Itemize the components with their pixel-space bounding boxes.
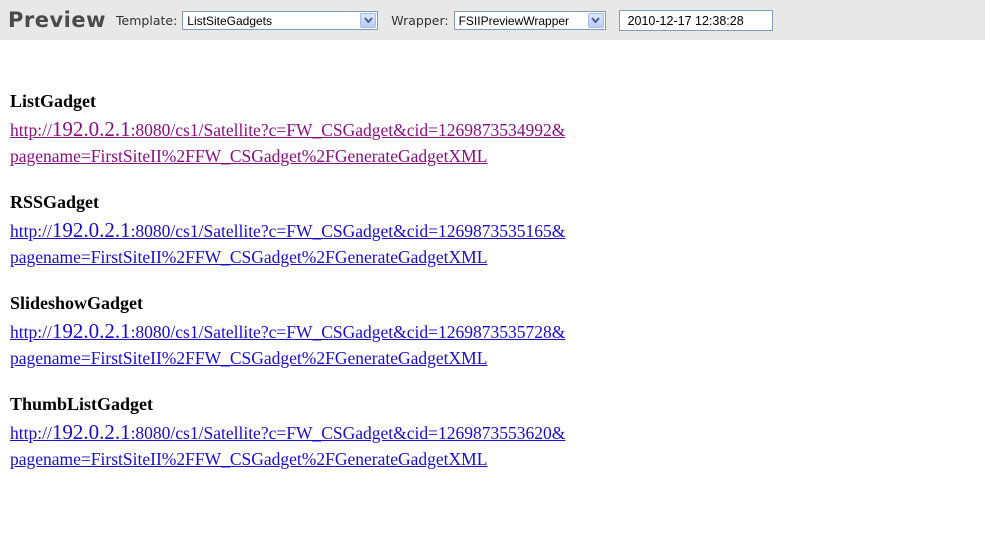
gadget-url-link[interactable]: http://192.0.2.1:8080/cs1/Satellite?c=FW… (10, 318, 840, 371)
template-select[interactable]: ListSiteGadgets (182, 10, 379, 30)
preview-datetime-input[interactable]: 2010-12-17 12:38:28 (618, 9, 773, 31)
wrapper-select[interactable]: FSIIPreviewWrapper (453, 10, 606, 30)
url-line2: pagename=FirstSiteII%2FFW_CSGadget%2FGen… (10, 348, 488, 368)
url-line1: :8080/cs1/Satellite?c=FW_CSGadget&cid=12… (130, 423, 566, 443)
url-host: 192.0.2.1 (51, 218, 131, 242)
url-line1: :8080/cs1/Satellite?c=FW_CSGadget&cid=12… (130, 322, 566, 342)
wrapper-label: Wrapper: (391, 12, 449, 28)
url-prefix: http:// (10, 322, 52, 342)
page-title: Preview (8, 8, 107, 32)
gadget-name: SlideshowGadget (10, 293, 144, 313)
template-select-value: ListSiteGadgets (187, 13, 272, 28)
preview-toolbar: Preview Template: ListSiteGadgets Wrappe… (0, 0, 985, 40)
url-line2: pagename=FirstSiteII%2FFW_CSGadget%2FGen… (10, 449, 488, 469)
url-host: 192.0.2.1 (51, 319, 131, 343)
url-line1: :8080/cs1/Satellite?c=FW_CSGadget&cid=12… (130, 120, 566, 140)
url-line1: :8080/cs1/Satellite?c=FW_CSGadget&cid=12… (130, 221, 566, 241)
url-prefix: http:// (10, 423, 52, 443)
url-prefix: http:// (10, 120, 52, 140)
list-item: SlideshowGadget http://192.0.2.1:8080/cs… (10, 292, 840, 371)
chevron-down-icon[interactable] (360, 12, 377, 28)
url-host: 192.0.2.1 (51, 420, 131, 444)
list-item: ListGadget http://192.0.2.1:8080/cs1/Sat… (10, 90, 840, 169)
gadget-url-link[interactable]: http://192.0.2.1:8080/cs1/Satellite?c=FW… (10, 116, 840, 169)
wrapper-select-value: FSIIPreviewWrapper (458, 13, 570, 28)
list-item: ThumbListGadget http://192.0.2.1:8080/cs… (10, 393, 840, 472)
gadget-name: ThumbListGadget (10, 394, 154, 414)
gadget-name: ListGadget (10, 91, 97, 111)
list-item: RSSGadget http://192.0.2.1:8080/cs1/Sate… (10, 191, 840, 270)
url-prefix: http:// (10, 221, 52, 241)
gadget-url-link[interactable]: http://192.0.2.1:8080/cs1/Satellite?c=FW… (10, 419, 840, 472)
gadget-name: RSSGadget (10, 192, 100, 212)
url-line2: pagename=FirstSiteII%2FFW_CSGadget%2FGen… (10, 247, 488, 267)
template-label: Template: (116, 12, 178, 28)
chevron-down-icon[interactable] (587, 12, 604, 28)
gadget-list: ListGadget http://192.0.2.1:8080/cs1/Sat… (10, 90, 840, 494)
url-host: 192.0.2.1 (51, 117, 131, 141)
gadget-url-link[interactable]: http://192.0.2.1:8080/cs1/Satellite?c=FW… (10, 217, 840, 270)
url-line2: pagename=FirstSiteII%2FFW_CSGadget%2FGen… (10, 146, 488, 166)
